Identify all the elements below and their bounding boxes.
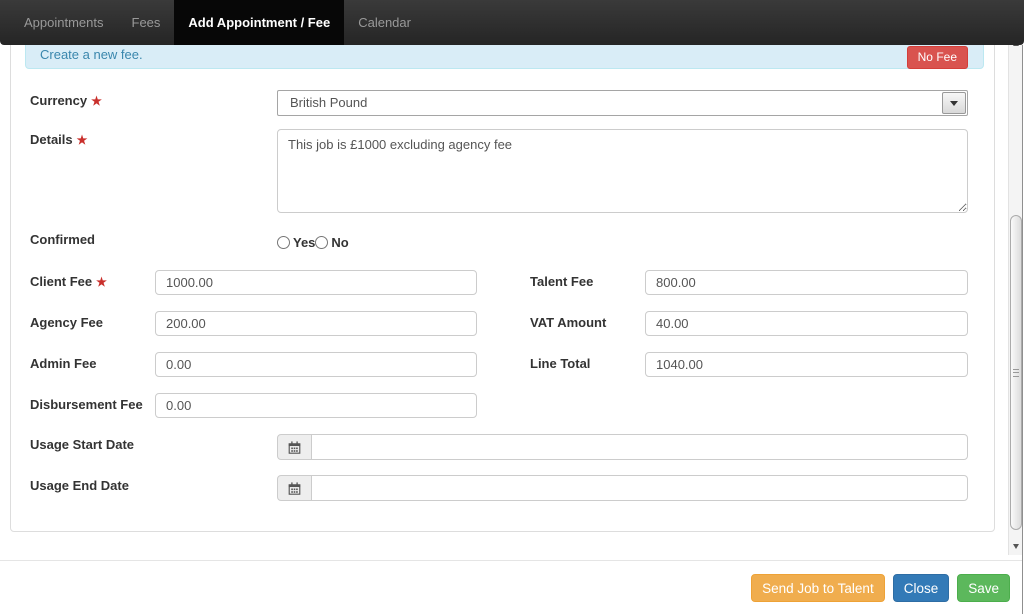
currency-label: Currency ★ xyxy=(30,93,102,108)
banner-message: Create a new fee. xyxy=(40,47,143,62)
scrollbar-thumb[interactable] xyxy=(1010,215,1022,530)
client-fee-label: Client Fee ★ xyxy=(30,274,107,289)
usage-start-date-input[interactable] xyxy=(311,434,968,460)
usage-end-date-label: Usage End Date xyxy=(30,478,129,493)
usage-start-calendar-button[interactable] xyxy=(277,434,312,460)
required-star-icon: ★ xyxy=(96,275,107,289)
calendar-icon xyxy=(288,481,301,495)
details-label: Details ★ xyxy=(30,132,88,147)
admin-fee-label: Admin Fee xyxy=(30,356,97,371)
calendar-icon xyxy=(288,440,301,454)
agency-fee-input[interactable] xyxy=(155,311,477,336)
talent-fee-label: Talent Fee xyxy=(530,274,594,289)
disbursement-fee-label: Disbursement Fee xyxy=(30,397,143,412)
admin-fee-input[interactable] xyxy=(155,352,477,377)
confirmed-yes-radio[interactable] xyxy=(277,236,290,249)
required-star-icon: ★ xyxy=(76,133,88,147)
vat-amount-input[interactable] xyxy=(645,311,968,336)
send-job-to-talent-button[interactable]: Send Job to Talent xyxy=(751,574,885,602)
usage-start-date-label: Usage Start Date xyxy=(30,437,135,452)
confirmed-no-label: No xyxy=(331,235,349,250)
usage-end-date-input[interactable] xyxy=(311,475,968,501)
tab-calendar[interactable]: Calendar xyxy=(344,0,425,45)
scroll-down-icon[interactable] xyxy=(1009,540,1023,553)
vertical-scrollbar[interactable] xyxy=(1008,35,1022,555)
client-fee-input[interactable] xyxy=(155,270,477,295)
confirmed-yes-label: Yes xyxy=(293,235,316,250)
confirmed-no-radio[interactable] xyxy=(315,236,329,249)
confirmed-radio-group: Yes No xyxy=(277,235,349,250)
line-total-input[interactable] xyxy=(645,352,968,377)
currency-select[interactable]: British Pound xyxy=(277,90,968,116)
save-button[interactable]: Save xyxy=(957,574,1010,602)
vat-amount-label: VAT Amount xyxy=(530,315,607,330)
footer-button-bar: Send Job to Talent Close Save xyxy=(751,574,1010,602)
close-button[interactable]: Close xyxy=(892,574,950,602)
tab-appointments[interactable]: Appointments xyxy=(10,0,118,45)
required-star-icon: ★ xyxy=(91,94,102,108)
confirmed-label: Confirmed xyxy=(30,232,95,247)
tab-fees[interactable]: Fees xyxy=(118,0,175,45)
footer-divider xyxy=(0,560,1022,561)
disbursement-fee-input[interactable] xyxy=(155,393,477,418)
usage-end-calendar-button[interactable] xyxy=(277,475,312,501)
window-right-edge xyxy=(1022,45,1023,614)
no-fee-button[interactable]: No Fee xyxy=(906,46,968,69)
line-total-label: Line Total xyxy=(530,356,591,371)
agency-fee-label: Agency Fee xyxy=(30,315,103,330)
dropdown-arrow-icon[interactable] xyxy=(942,92,966,114)
currency-selected-value: British Pound xyxy=(290,95,368,110)
talent-fee-input[interactable] xyxy=(645,270,968,295)
add-appointment-fee-modal: Create a new fee. No Fee Currency ★ Briti… xyxy=(0,0,1024,614)
top-navbar: Appointments Fees Add Appointment / Fee … xyxy=(0,0,1024,45)
details-textarea[interactable]: This job is £1000 excluding agency fee xyxy=(277,129,968,213)
tab-add-appointment-fee[interactable]: Add Appointment / Fee xyxy=(174,0,345,45)
scrollbar-grip-icon xyxy=(1013,368,1019,377)
